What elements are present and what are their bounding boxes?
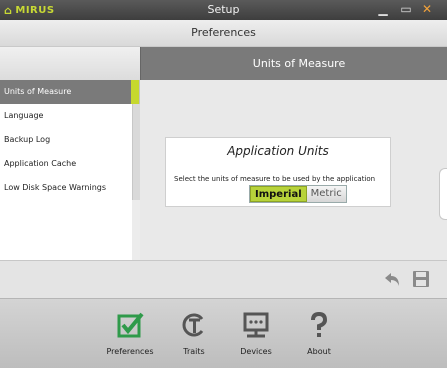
nav-about[interactable]: About [290,311,348,367]
nav-preferences[interactable]: Preferences [101,311,159,367]
sidebar-scrollbar[interactable] [132,104,140,200]
metric-button[interactable]: Metric [306,186,346,202]
nav-preferences-label: Preferences [106,347,154,356]
minimize-icon[interactable]: ▁ [376,2,390,16]
sidebar-item-units-of-measure[interactable]: Units of Measure [0,80,139,104]
nav-traits-label: Traits [183,347,205,356]
sidebar-scroll-track [132,200,140,260]
sidebar: Units of Measure Language Backup Log App… [0,80,140,260]
sidebar-item-backup-log[interactable]: Backup Log [0,128,139,152]
nav-devices-label: Devices [240,347,272,356]
side-drawer-handle[interactable] [439,168,447,220]
close-icon[interactable]: ✕ [420,2,434,16]
nav-about-label: About [307,347,331,356]
content-area: Application Units Select the units of me… [141,80,447,260]
nav-traits[interactable]: Traits [165,311,223,367]
page-header: Preferences [0,20,447,47]
section-bar: Units of Measure [0,47,447,80]
bottom-navigation: Preferences Traits Devices About [0,298,447,368]
maximize-icon[interactable]: ▭ [399,2,413,16]
sidebar-item-language[interactable]: Language [0,104,139,128]
device-icon [243,312,269,338]
checkbox-icon [117,312,144,338]
save-icon[interactable] [410,269,432,291]
traits-icon [182,313,204,337]
panel-title: Application Units [227,144,329,158]
imperial-button[interactable]: Imperial [250,186,307,202]
sidebar-item-low-disk-space-warnings[interactable]: Low Disk Space Warnings [0,176,139,200]
application-units-panel: Application Units Select the units of me… [165,137,391,207]
section-title: Units of Measure [140,47,447,80]
sidebar-item-application-cache[interactable]: Application Cache [0,152,139,176]
nav-devices[interactable]: Devices [227,311,285,367]
panel-description: Select the units of measure to be used b… [174,175,376,183]
title-bar: ⌂ MIRUS Setup ▁ ▭ ✕ [0,0,447,20]
question-icon [311,311,328,337]
action-bar [0,260,447,298]
units-toggle: Imperial Metric [249,185,347,203]
undo-icon[interactable] [382,269,404,291]
